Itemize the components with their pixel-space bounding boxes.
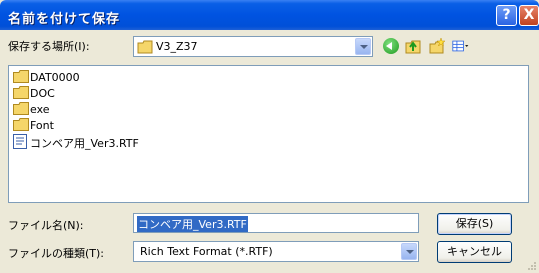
folder-icon: [13, 118, 29, 131]
up-folder-icon[interactable]: [404, 37, 422, 55]
back-icon[interactable]: [383, 38, 399, 54]
save-location-value: V3_Z37: [156, 40, 198, 53]
resize-grip-icon[interactable]: [527, 261, 537, 271]
file-name: コンベア用_Ver3.RTF: [30, 137, 139, 150]
filetype-label: ファイルの種類(T):: [8, 247, 105, 260]
file-name: DOC: [30, 87, 55, 100]
folder-icon: [13, 102, 29, 115]
chevron-down-icon[interactable]: [355, 38, 371, 55]
chevron-down-icon[interactable]: [401, 243, 417, 260]
save-location-dropdown[interactable]: V3_Z37: [133, 36, 373, 57]
save-location-label: 保存する場所(I):: [8, 40, 90, 53]
filename-value: コンベア用_Ver3.RTF: [137, 216, 248, 232]
folder-icon: [13, 70, 29, 83]
views-menu-icon[interactable]: [452, 37, 470, 55]
file-name: DAT0000: [30, 71, 80, 84]
file-name: exe: [30, 103, 50, 116]
dialog-title: 名前を付けて保存: [8, 12, 121, 27]
close-button[interactable]: X: [519, 5, 539, 26]
file-list[interactable]: DAT0000 DOC exe Font コンベア用_Ver3.RTF: [8, 65, 529, 203]
document-icon: [13, 134, 27, 149]
help-button[interactable]: ?: [496, 5, 517, 26]
folder-icon: [13, 86, 29, 99]
new-folder-icon[interactable]: [428, 37, 446, 55]
save-as-dialog: 名前を付けて保存 ? X 保存する場所(I): V3_Z37 DAT0000 D…: [0, 0, 539, 273]
filetype-dropdown[interactable]: Rich Text Format (*.RTF): [133, 241, 419, 262]
file-name: Font: [30, 119, 54, 132]
filename-input[interactable]: コンベア用_Ver3.RTF: [133, 213, 419, 233]
save-button[interactable]: 保存(S): [437, 213, 512, 235]
folder-icon: [137, 40, 153, 54]
filename-label: ファイル名(N):: [8, 219, 84, 232]
filetype-value: Rich Text Format (*.RTF): [140, 245, 273, 258]
title-bar[interactable]: 名前を付けて保存 ? X: [0, 0, 539, 30]
cancel-button[interactable]: キャンセル: [437, 241, 512, 263]
